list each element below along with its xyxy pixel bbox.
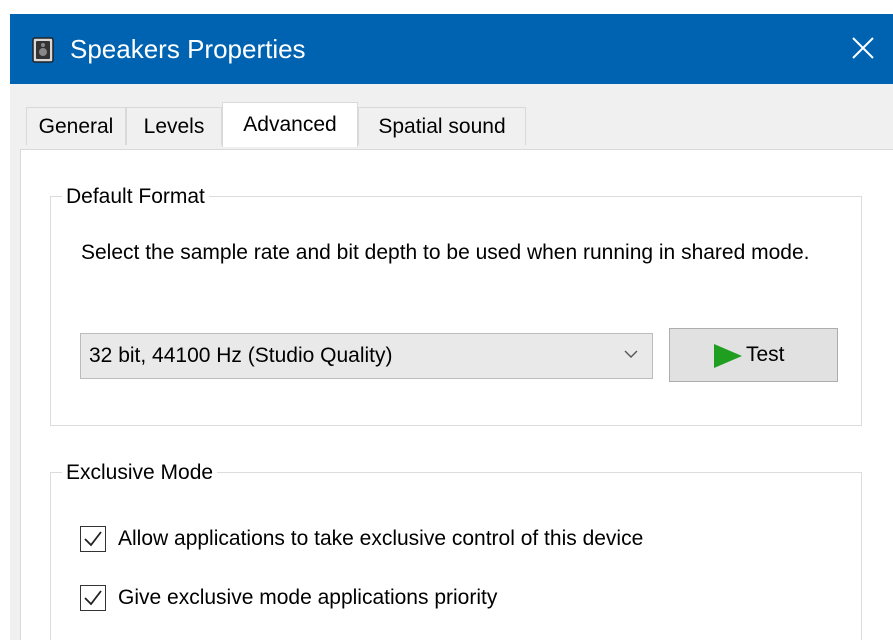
exclusive-priority-label: Give exclusive mode applications priorit…: [118, 586, 498, 609]
chevron-down-icon: [624, 350, 638, 358]
allow-exclusive-control-checkbox[interactable]: [80, 526, 106, 552]
tab-label: Levels: [143, 115, 205, 138]
test-button-label: Test: [746, 343, 785, 366]
checkmark-icon: [84, 590, 102, 606]
speaker-icon: [32, 37, 54, 63]
tab-label: Spatial sound: [378, 115, 506, 138]
allow-exclusive-control-option[interactable]: Allow applications to take exclusive con…: [80, 525, 800, 553]
default-format-group: [50, 196, 862, 426]
tab-label: Advanced: [243, 113, 337, 136]
tab-general[interactable]: General: [26, 107, 126, 145]
exclusive-mode-label: Exclusive Mode: [62, 460, 218, 486]
tab-advanced[interactable]: Advanced: [222, 102, 358, 147]
close-icon: [852, 37, 874, 59]
tab-spatial-sound[interactable]: Spatial sound: [358, 107, 526, 145]
checkmark-icon: [84, 531, 102, 547]
close-button[interactable]: [831, 14, 893, 84]
default-format-description: Select the sample rate and bit depth to …: [81, 241, 810, 264]
exclusive-priority-option[interactable]: Give exclusive mode applications priorit…: [80, 584, 640, 612]
tab-levels[interactable]: Levels: [126, 107, 222, 145]
default-format-label: Default Format: [62, 184, 209, 210]
play-icon: [714, 344, 742, 368]
test-button[interactable]: Test: [669, 328, 838, 382]
selected-format-value: 32 bit, 44100 Hz (Studio Quality): [89, 344, 393, 367]
title-bar: Speakers Properties: [10, 14, 893, 84]
exclusive-mode-group: [50, 472, 862, 640]
allow-exclusive-control-label: Allow applications to take exclusive con…: [118, 527, 644, 550]
tab-label: General: [38, 115, 114, 138]
exclusive-priority-checkbox[interactable]: [80, 585, 106, 611]
window-title: Speakers Properties: [70, 34, 306, 64]
sample-rate-select[interactable]: 32 bit, 44100 Hz (Studio Quality): [80, 333, 653, 379]
